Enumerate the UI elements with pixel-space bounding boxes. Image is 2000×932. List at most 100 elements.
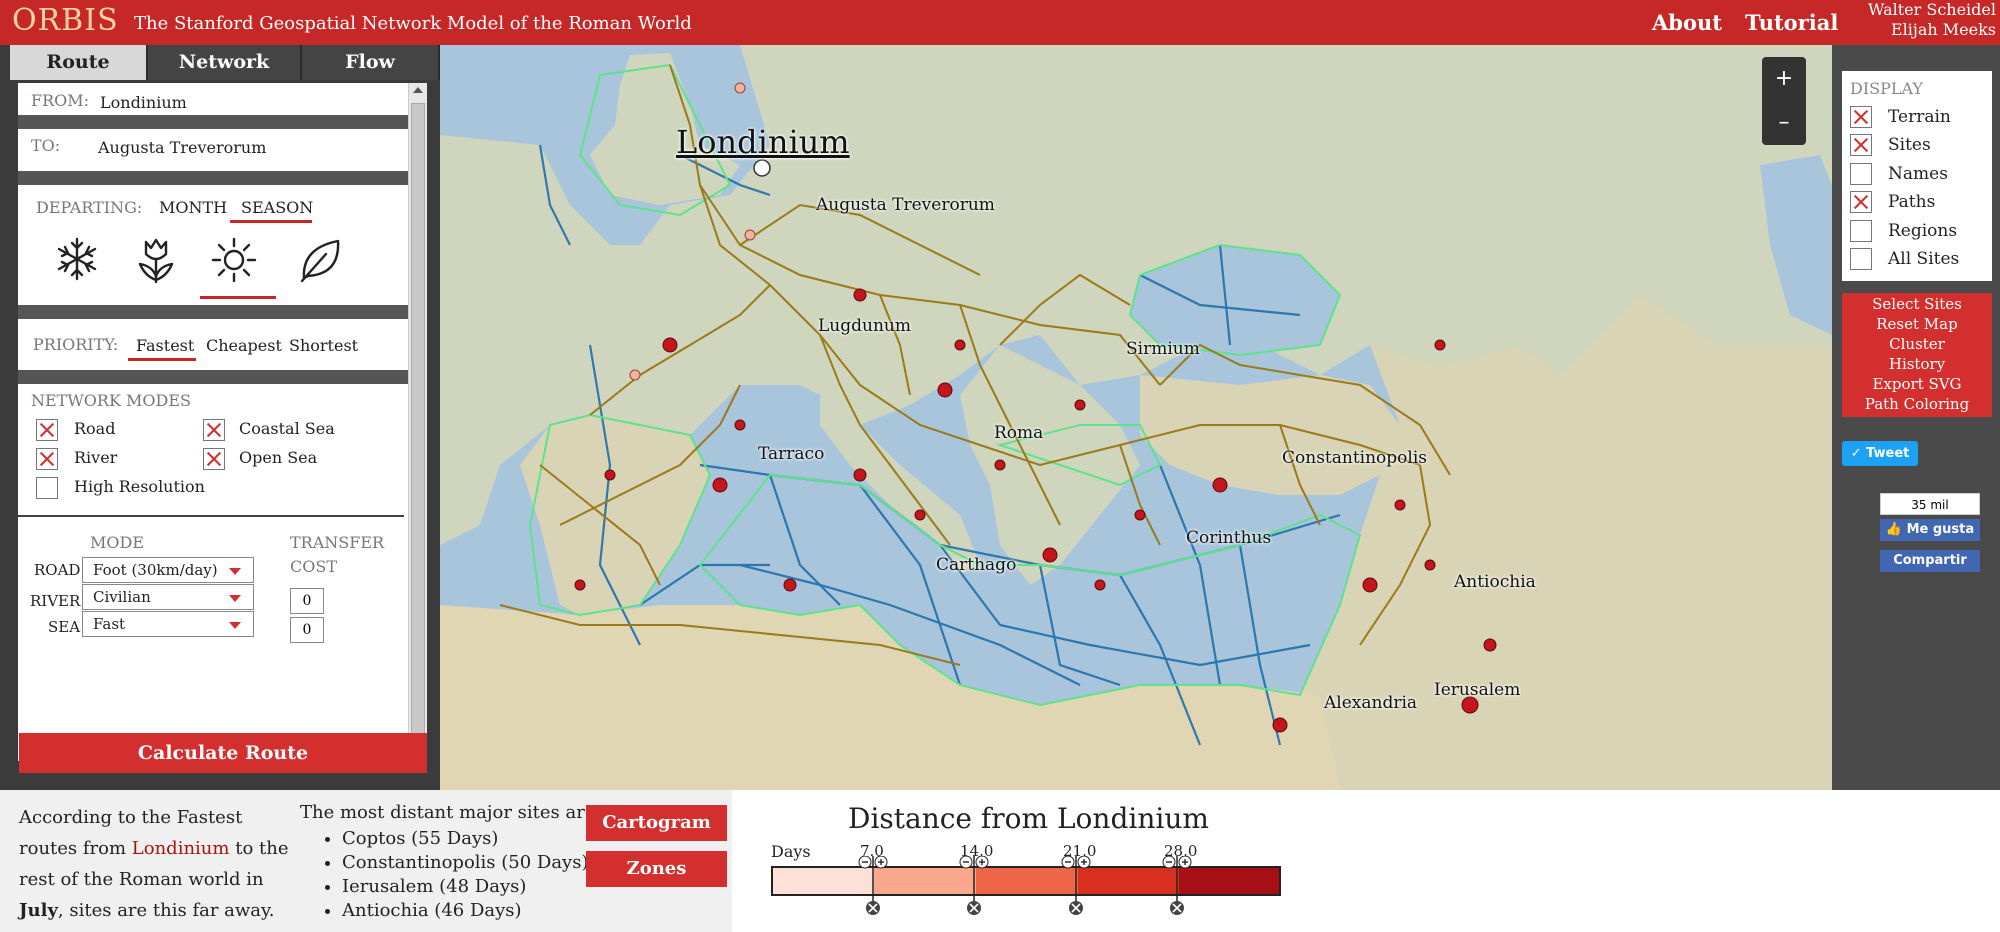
season-underline <box>230 220 312 223</box>
legend-title: Distance from Londinium <box>848 802 1209 835</box>
summary-month: July <box>19 900 58 921</box>
priority-label: PRIORITY: <box>33 335 119 354</box>
select-sites-button[interactable]: Select Sites <box>1842 295 1992 313</box>
road-select[interactable]: Foot (30km/day) <box>82 557 254 583</box>
tab-network[interactable]: Network <box>148 45 302 80</box>
scroll-up-icon[interactable] <box>413 87 423 93</box>
display-paths-checkbox[interactable] <box>1850 191 1872 213</box>
river-select[interactable]: Civilian <box>82 584 254 610</box>
form-scrollbar[interactable] <box>408 83 427 761</box>
legend-adjust-buttons[interactable] <box>858 856 1192 869</box>
reset-map-button[interactable]: Reset Map <box>1842 315 1992 333</box>
mode-open-sea-checkbox[interactable] <box>203 448 225 470</box>
map-label[interactable]: Antiochia <box>1454 572 1536 592</box>
divider <box>18 171 408 185</box>
plus-minus-icons <box>862 859 1188 865</box>
sea-label: SEA <box>48 618 81 636</box>
snowflake-icon[interactable] <box>54 236 100 282</box>
facebook-like-count: 35 mil <box>1880 493 1980 515</box>
river-transfer-cost[interactable]: 0 <box>290 588 324 614</box>
tab-flow[interactable]: Flow <box>302 45 440 80</box>
sea-transfer-cost[interactable]: 0 <box>290 617 324 643</box>
sea-select[interactable]: Fast <box>82 611 254 637</box>
chevron-down-icon <box>229 568 241 575</box>
remove-break-icons[interactable] <box>866 901 1184 915</box>
display-terrain-checkbox[interactable] <box>1850 106 1872 128</box>
mode-river-label: River <box>74 448 118 467</box>
map-label[interactable]: Alexandria <box>1324 693 1417 713</box>
priority-fastest[interactable]: Fastest <box>136 336 194 355</box>
scrollbar-thumb[interactable] <box>411 103 425 743</box>
authors: Walter Scheidel Elijah Meeks <box>1868 0 1996 40</box>
export-svg-button[interactable]: Export SVG <box>1842 375 1992 393</box>
map-label[interactable]: Augusta Treverorum <box>816 195 995 215</box>
author-name[interactable]: Elijah Meeks <box>1868 20 1996 40</box>
most-distant-title: The most distant major sites are: <box>300 802 602 823</box>
mode-high-resolution-checkbox[interactable] <box>36 477 58 499</box>
zoom-out-button[interactable]: – <box>1762 101 1806 145</box>
origin-site-marker[interactable] <box>753 159 771 177</box>
display-options: DISPLAY Terrain Sites Names Paths Region… <box>1842 71 1992 281</box>
priority-shortest[interactable]: Shortest <box>289 336 358 355</box>
display-all-sites-checkbox[interactable] <box>1850 248 1872 270</box>
display-sites-checkbox[interactable] <box>1850 134 1872 156</box>
brand-logo[interactable]: ORBIS <box>12 3 119 38</box>
map-label[interactable]: Sirmium <box>1126 339 1200 359</box>
zones-button[interactable]: Zones <box>586 851 727 887</box>
nav-tutorial[interactable]: Tutorial <box>1745 10 1838 35</box>
from-input[interactable]: Londinium <box>100 93 187 112</box>
history-button[interactable]: History <box>1842 355 1992 373</box>
map-label[interactable]: Carthago <box>936 555 1016 575</box>
chevron-down-icon <box>229 622 241 629</box>
map-label[interactable]: Tarraco <box>758 444 824 464</box>
display-panel: DISPLAY Terrain Sites Names Paths Region… <box>1832 45 2000 790</box>
panel-tabs: Route Network Flow <box>0 45 440 80</box>
cartogram-button[interactable]: Cartogram <box>586 805 727 841</box>
transfer-header: TRANSFER <box>290 533 385 552</box>
map-label[interactable]: Constantinopolis <box>1282 448 1427 468</box>
facebook-like-button[interactable]: 👍 Me gusta <box>1880 519 1980 541</box>
mode-coastal-sea-label: Coastal Sea <box>239 419 335 438</box>
tab-route[interactable]: Route <box>10 45 148 80</box>
departing-month[interactable]: MONTH <box>159 198 227 217</box>
road-label: ROAD <box>34 561 81 579</box>
path-coloring-button[interactable]: Path Coloring <box>1842 395 1992 413</box>
cluster-button[interactable]: Cluster <box>1842 335 1992 353</box>
mode-road-label: Road <box>74 419 116 438</box>
display-names-checkbox[interactable] <box>1850 163 1872 185</box>
facebook-share-button[interactable]: Compartir <box>1880 550 1980 572</box>
river-label: RIVER <box>30 592 81 610</box>
display-terrain-label: Terrain <box>1888 107 1951 127</box>
tulip-icon[interactable] <box>133 236 179 284</box>
mode-coastal-sea-checkbox[interactable] <box>203 419 225 441</box>
author-name[interactable]: Walter Scheidel <box>1868 0 1996 20</box>
nav-about[interactable]: About <box>1652 10 1722 35</box>
map-actions: Select Sites Reset Map Cluster History E… <box>1842 293 1992 417</box>
calculate-route-button[interactable]: Calculate Route <box>19 733 427 773</box>
list-item: Antiochia (46 Days) <box>342 899 602 923</box>
display-sites-label: Sites <box>1888 135 1931 155</box>
season-selected-underline <box>200 296 276 299</box>
display-regions-label: Regions <box>1888 221 1958 241</box>
display-regions-checkbox[interactable] <box>1850 220 1872 242</box>
mode-road-checkbox[interactable] <box>36 419 58 441</box>
map-label[interactable]: Lugdunum <box>818 316 911 336</box>
map-label-origin[interactable]: Londinium <box>676 123 850 161</box>
map-label[interactable]: Corinthus <box>1186 528 1271 548</box>
list-item: Coptos (55 Days) <box>342 827 602 851</box>
display-paths-label: Paths <box>1888 192 1936 212</box>
leaf-icon[interactable] <box>296 236 344 284</box>
map-label[interactable]: Ierusalem <box>1434 680 1520 700</box>
departing-season[interactable]: SEASON <box>241 198 313 217</box>
to-input[interactable]: Augusta Treverorum <box>98 138 266 157</box>
results-panel: According to the Fastest routes from Lon… <box>0 790 2000 932</box>
tweet-button[interactable]: ✓ Tweet <box>1842 441 1918 466</box>
sun-icon[interactable] <box>210 236 258 284</box>
mode-river-checkbox[interactable] <box>36 448 58 470</box>
roman-world-map[interactable] <box>440 45 1832 790</box>
priority-cheapest[interactable]: Cheapest <box>206 336 282 355</box>
map-view[interactable]: Londinium Augusta Treverorum Lugdunum Si… <box>440 45 1832 790</box>
map-label[interactable]: Roma <box>994 423 1043 443</box>
most-distant-sites: The most distant major sites are: Coptos… <box>300 802 602 923</box>
zoom-in-button[interactable]: + <box>1762 57 1806 101</box>
